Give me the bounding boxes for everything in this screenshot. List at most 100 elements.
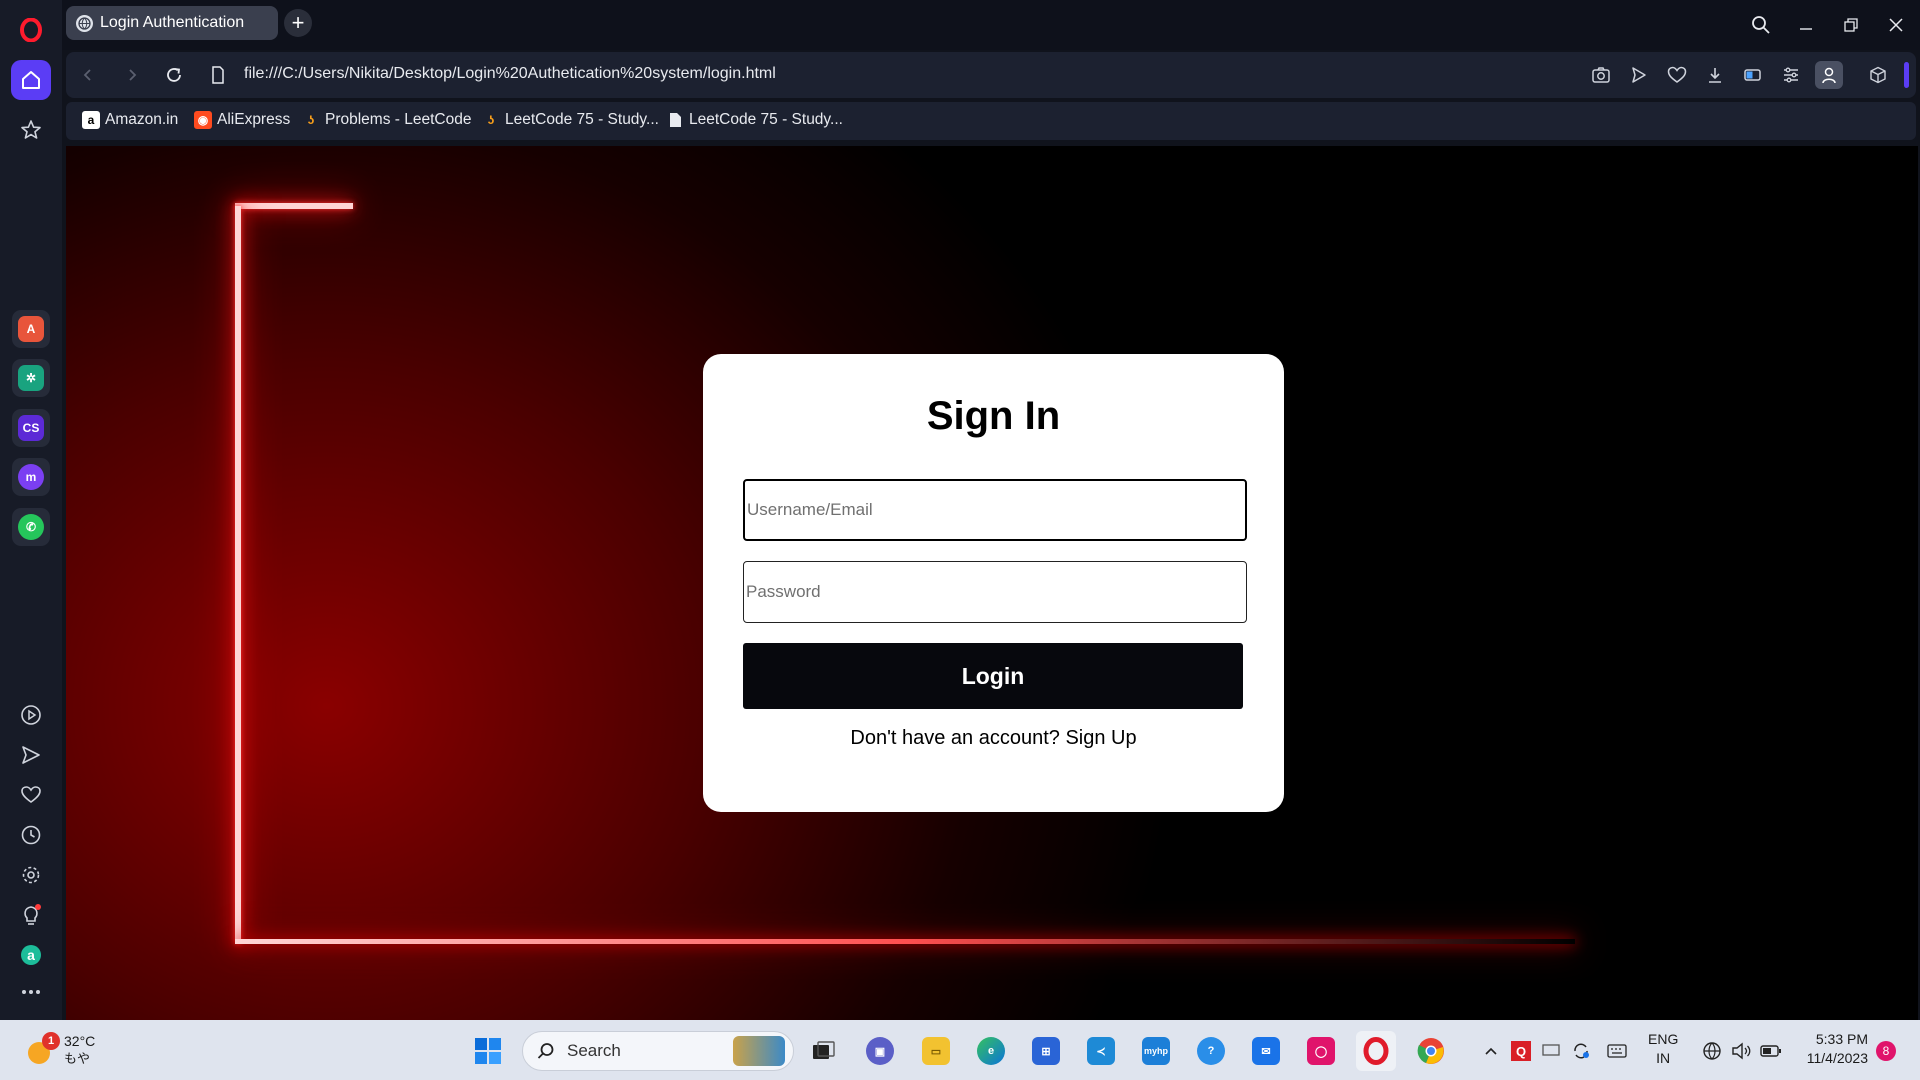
page-viewport: Sign In Login Don't have an account? Sig… xyxy=(66,146,1918,1020)
weather-widget[interactable]: 1 32°C もや xyxy=(24,1032,95,1068)
pinboard-heart-icon[interactable] xyxy=(1663,61,1691,89)
sidebar-app-chatsonic[interactable]: CS xyxy=(12,409,50,447)
sync-tray-icon[interactable] xyxy=(1570,1040,1592,1062)
sidebar-app-messenger[interactable]: m xyxy=(12,458,50,496)
bookmark-leetcode-75-a[interactable]: ʖ LeetCode 75 - Study... xyxy=(482,111,659,129)
download-icon[interactable] xyxy=(1701,61,1729,89)
whatsapp-icon: ✆ xyxy=(18,514,44,540)
bookmark-problems-leetcode[interactable]: ʖ Problems - LeetCode xyxy=(302,111,472,129)
start-windows-icon[interactable] xyxy=(468,1031,508,1071)
reload-icon[interactable] xyxy=(160,61,188,89)
url-field[interactable]: file:///C:/Users/Nikita/Desktop/Login%20… xyxy=(244,65,776,83)
heart-icon[interactable] xyxy=(11,775,51,815)
opera-gx-icon[interactable]: ◯ xyxy=(1301,1031,1341,1071)
aria-a-icon[interactable]: a xyxy=(11,935,51,975)
login-button[interactable]: Login xyxy=(743,643,1243,709)
signup-prompt: Don't have an account? Sign Up xyxy=(703,727,1284,750)
myhp-icon[interactable]: myhp xyxy=(1136,1031,1176,1071)
opera-logo-icon[interactable] xyxy=(11,10,51,50)
home-icon[interactable] xyxy=(11,60,51,100)
opera-taskbar-icon[interactable] xyxy=(1356,1031,1396,1071)
sidebar-app-chatgpt[interactable]: ✲ xyxy=(12,359,50,397)
battery-saver-icon[interactable] xyxy=(1739,61,1767,89)
aria-icon: A xyxy=(18,316,44,342)
opera-sidebar: A ✲ CS m ✆ a xyxy=(0,0,62,1020)
signup-text: Don't have an account? xyxy=(850,727,1060,749)
history-clock-icon[interactable] xyxy=(11,815,51,855)
help-app-icon[interactable]: ? xyxy=(1191,1031,1231,1071)
tab-login-authentication[interactable]: Login Authentication xyxy=(66,6,278,40)
microsoft-store-icon[interactable]: ⊞ xyxy=(1026,1031,1066,1071)
neon-glow-top-line xyxy=(235,203,353,209)
language-indicator[interactable]: ENG IN xyxy=(1648,1030,1678,1068)
bookmark-amazon[interactable]: a Amazon.in xyxy=(82,111,178,129)
sidebar-app-whatsapp[interactable]: ✆ xyxy=(12,508,50,546)
aliexpress-icon: ◉ xyxy=(194,111,212,129)
bookmark-leetcode-75-b[interactable]: LeetCode 75 - Study... xyxy=(666,111,843,129)
profile-icon[interactable] xyxy=(1815,61,1843,89)
quickheal-tray-icon[interactable]: Q xyxy=(1510,1040,1532,1062)
weather-desc: もや xyxy=(64,1051,91,1066)
close-icon[interactable] xyxy=(1879,8,1913,42)
globe-icon xyxy=(76,14,93,32)
new-tab-button[interactable]: + xyxy=(284,9,312,37)
settings-gear-icon[interactable] xyxy=(11,855,51,895)
send-icon[interactable] xyxy=(11,735,51,775)
file-explorer-icon[interactable]: ▭ xyxy=(916,1031,956,1071)
player-icon[interactable] xyxy=(11,695,51,735)
messenger-icon: m xyxy=(18,464,44,490)
clock[interactable]: 5:33 PM 11/4/2023 xyxy=(1800,1030,1868,1068)
minimize-icon[interactable] xyxy=(1789,8,1823,42)
restore-icon[interactable] xyxy=(1834,8,1868,42)
amazon-icon: a xyxy=(82,111,100,129)
search-label: Search xyxy=(567,1041,621,1060)
tab-bar: Login Authentication + xyxy=(62,0,1920,50)
search-tabs-icon[interactable] xyxy=(1744,8,1778,42)
username-email-input[interactable] xyxy=(743,479,1247,541)
sign-in-card: Sign In Login Don't have an account? Sig… xyxy=(703,354,1284,812)
chatsonic-icon: CS xyxy=(18,415,44,441)
chrome-icon[interactable] xyxy=(1411,1031,1451,1071)
snapshot-camera-icon[interactable] xyxy=(1587,61,1615,89)
neon-glow-vertical-line xyxy=(235,206,241,944)
bookmark-aliexpress[interactable]: ◉ AliExpress xyxy=(194,111,290,129)
weather-temp: 32°C xyxy=(64,1033,96,1049)
extensions-cube-icon[interactable] xyxy=(1864,61,1892,89)
bookmarks-bar: a Amazon.in ◉ AliExpress ʖ Problems - LeetC… xyxy=(66,102,1916,140)
sidebar-accent-bar xyxy=(1904,62,1909,88)
more-dots-icon[interactable] xyxy=(11,972,51,1012)
forward-icon[interactable] xyxy=(118,61,146,89)
display-tray-icon[interactable] xyxy=(1540,1040,1562,1062)
easy-setup-icon[interactable] xyxy=(1777,61,1805,89)
sign-up-link[interactable]: Sign Up xyxy=(1065,727,1136,749)
clock-date: 11/4/2023 xyxy=(1806,1050,1868,1066)
volume-icon[interactable] xyxy=(1730,1040,1752,1062)
keyboard-tray-icon[interactable] xyxy=(1606,1040,1628,1062)
weather-sun-icon: 1 xyxy=(24,1032,60,1066)
battery-icon[interactable] xyxy=(1760,1040,1782,1062)
tab-title: Login Authentication xyxy=(100,14,245,31)
sign-in-title: Sign In xyxy=(926,394,1061,438)
clock-time: 5:33 PM xyxy=(1815,1031,1868,1047)
page-file-icon xyxy=(204,61,232,89)
show-hidden-icons-chevron-icon[interactable] xyxy=(1480,1040,1502,1062)
sidebar-app-aria[interactable]: A xyxy=(12,310,50,348)
windows-taskbar: 1 32°C もや Search ▣ ▭ e ⊞ ≺ myhp ? ✉ ◯ Q … xyxy=(0,1020,1920,1080)
notification-badge[interactable]: 8 xyxy=(1876,1041,1896,1061)
network-globe-icon[interactable] xyxy=(1701,1040,1723,1062)
edge-icon[interactable]: e xyxy=(971,1031,1011,1071)
vscode-icon[interactable]: ≺ xyxy=(1081,1031,1121,1071)
speed-dial-star-icon[interactable] xyxy=(11,110,51,150)
leetcode-icon: ʖ xyxy=(307,113,315,127)
page-icon xyxy=(666,111,684,129)
taskbar-search[interactable]: Search xyxy=(522,1031,794,1071)
lightbulb-icon[interactable] xyxy=(11,895,51,935)
password-input[interactable] xyxy=(743,561,1247,623)
search-icon xyxy=(537,1043,554,1059)
task-view-icon[interactable] xyxy=(803,1031,843,1071)
mail-icon[interactable]: ✉ xyxy=(1246,1031,1286,1071)
flow-send-icon[interactable] xyxy=(1625,61,1653,89)
chatgpt-icon: ✲ xyxy=(18,365,44,391)
back-icon[interactable] xyxy=(74,61,102,89)
teams-chat-icon[interactable]: ▣ xyxy=(860,1031,900,1071)
